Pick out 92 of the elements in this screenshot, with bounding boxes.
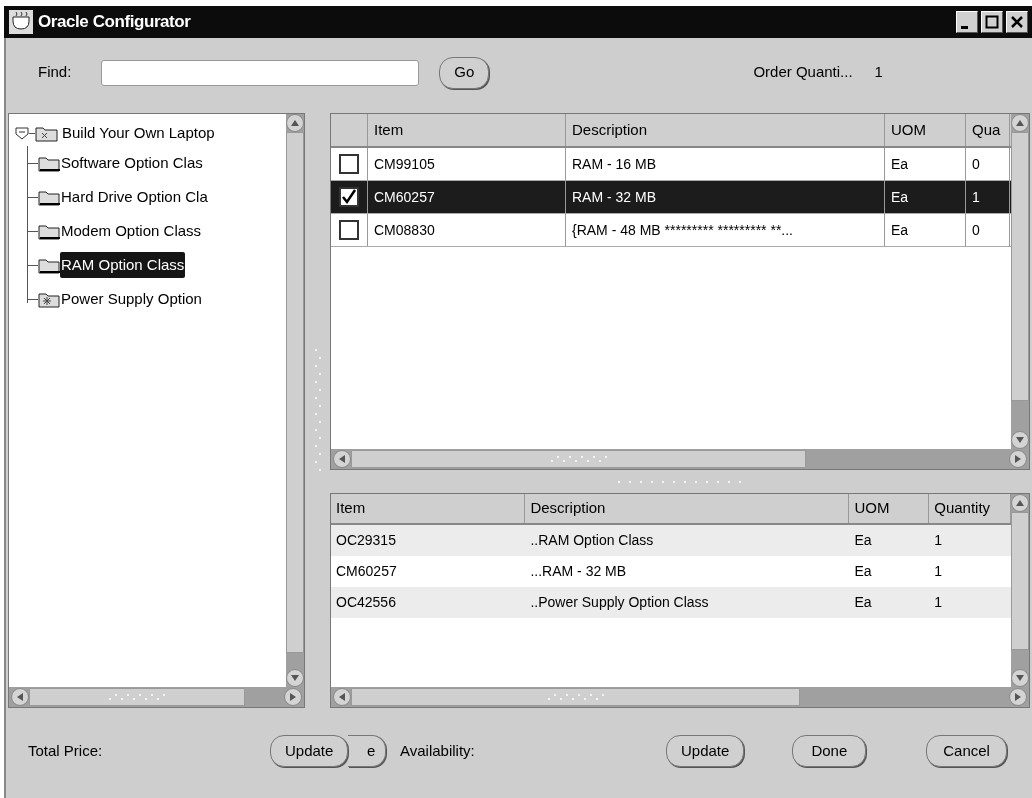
maximize-button[interactable] <box>981 11 1003 33</box>
collapse-icon[interactable] <box>15 126 29 140</box>
scroll-up-button[interactable] <box>1011 494 1029 512</box>
close-icon <box>1010 15 1024 29</box>
push-button[interactable]: Done <box>792 735 867 767</box>
tree-node[interactable]: Build Your Own Laptop <box>15 120 286 146</box>
column-header[interactable]: Description <box>525 494 850 523</box>
scrollbar-thumb[interactable] <box>351 688 801 706</box>
tree-item[interactable]: Software Option Clas <box>60 149 204 177</box>
scroll-right-button[interactable] <box>284 688 302 706</box>
scrollbar-thumb[interactable] <box>286 132 304 653</box>
scroll-up-button[interactable] <box>1011 114 1029 132</box>
column-header[interactable]: Item <box>331 494 526 523</box>
table-cell-text: ...RAM - 32 MB <box>529 562 628 581</box>
folder-icon <box>38 256 60 274</box>
tree-label: Build Your Own Laptop <box>61 122 216 143</box>
close-button[interactable] <box>1006 11 1028 33</box>
scrollbar-thumb[interactable] <box>351 450 807 468</box>
find-label: Find: <box>38 62 72 83</box>
window-title: Oracle Configurator <box>38 11 191 34</box>
table-row[interactable]: CM99105 RAM - 16 MB Ea 0 <box>331 148 1011 181</box>
push-button[interactable]: Go <box>439 56 490 89</box>
table-row[interactable]: CM08830 {RAM - 48 MB ********* ********* **... Ea 0 <box>331 214 1011 247</box>
total-price-label: Total Price: <box>28 740 104 761</box>
table-cell: 1 <box>966 181 1010 213</box>
laptop-folder-icon <box>35 124 59 142</box>
table-cell-text: OC42556 <box>335 593 397 612</box>
table-cell-text: OC29315 <box>335 531 397 550</box>
scrollbar-thumb[interactable] <box>29 688 246 706</box>
scrollbar-thumb[interactable] <box>1011 512 1029 651</box>
scroll-left-button[interactable] <box>333 688 351 706</box>
table-cell: RAM - 32 MB <box>566 181 885 213</box>
column-header[interactable]: UOM <box>849 494 930 523</box>
table-cell: Ea <box>885 214 966 246</box>
tree-item[interactable]: Power Supply Option <box>60 285 203 313</box>
scroll-left-button[interactable] <box>11 688 29 706</box>
table-cell: Ea <box>885 148 966 180</box>
order-quantity-value: 1 <box>874 62 883 83</box>
table-cell-text: 1 <box>933 593 943 612</box>
table-cell-text: ..RAM Option Class <box>529 531 655 550</box>
app-icon <box>8 9 34 35</box>
grip-icon <box>545 693 606 701</box>
class-folder-icon <box>38 290 60 308</box>
scroll-right-button[interactable] <box>1009 688 1027 706</box>
find-field[interactable] <box>101 59 420 86</box>
table-cell-text: 1 <box>933 562 943 581</box>
tree-item[interactable]: RAM Option Class <box>60 251 186 279</box>
tree-item[interactable]: Modem Option Class <box>60 217 203 245</box>
scroll-left-button[interactable] <box>333 450 351 468</box>
column-header[interactable]: Description <box>566 114 885 146</box>
folder-icon <box>38 222 60 240</box>
push-button[interactable]: Update <box>270 735 349 767</box>
table-cell-text: Ea <box>853 531 873 550</box>
scroll-down-button[interactable] <box>286 669 304 687</box>
column-header[interactable]: Qua <box>966 114 1010 146</box>
folder-icon <box>38 188 60 206</box>
table-cell-text: 1 <box>933 531 943 550</box>
table-cell: RAM - 16 MB <box>566 148 885 180</box>
order-quantity-label: Order Quanti... <box>753 62 853 83</box>
folder-icon <box>38 154 60 172</box>
scrollbar-thumb[interactable] <box>1011 132 1029 402</box>
table-cell: CM99105 <box>368 148 566 180</box>
table-cell-text: Ea <box>853 562 873 581</box>
push-button[interactable]: e <box>348 735 387 767</box>
checkbox[interactable] <box>339 154 359 174</box>
checkbox[interactable] <box>339 187 359 207</box>
table-cell: {RAM - 48 MB ********* ********* **... <box>566 214 885 246</box>
table-cell: Ea <box>885 181 966 213</box>
table-cell-text: ..Power Supply Option Class <box>529 593 710 612</box>
minimize-button[interactable] <box>956 11 978 33</box>
maximize-icon <box>985 15 999 29</box>
grip-icon <box>107 693 168 701</box>
table-row[interactable]: CM60257 RAM - 32 MB Ea 1 <box>331 181 1011 214</box>
table-cell-text: Ea <box>853 593 873 612</box>
table-cell: CM60257 <box>368 181 566 213</box>
table-cell: 0 <box>966 148 1010 180</box>
scroll-up-button[interactable] <box>286 114 304 132</box>
scroll-right-button[interactable] <box>1009 450 1027 468</box>
scroll-down-button[interactable] <box>1011 431 1029 449</box>
minimize-icon <box>961 25 968 29</box>
table-cell: 0 <box>966 214 1010 246</box>
availability-label: Availability: <box>400 740 476 761</box>
table-cell-text: CM60257 <box>335 562 398 581</box>
tree-item[interactable]: Hard Drive Option Cla <box>60 183 209 211</box>
push-button[interactable]: Cancel <box>926 735 1007 767</box>
column-header[interactable]: Item <box>368 114 566 146</box>
grip-icon <box>548 455 609 463</box>
table-cell: CM08830 <box>368 214 566 246</box>
push-button[interactable]: Update <box>666 735 745 767</box>
scroll-down-button[interactable] <box>1011 669 1029 687</box>
checkbox[interactable] <box>339 220 359 240</box>
column-header[interactable]: UOM <box>885 114 966 146</box>
